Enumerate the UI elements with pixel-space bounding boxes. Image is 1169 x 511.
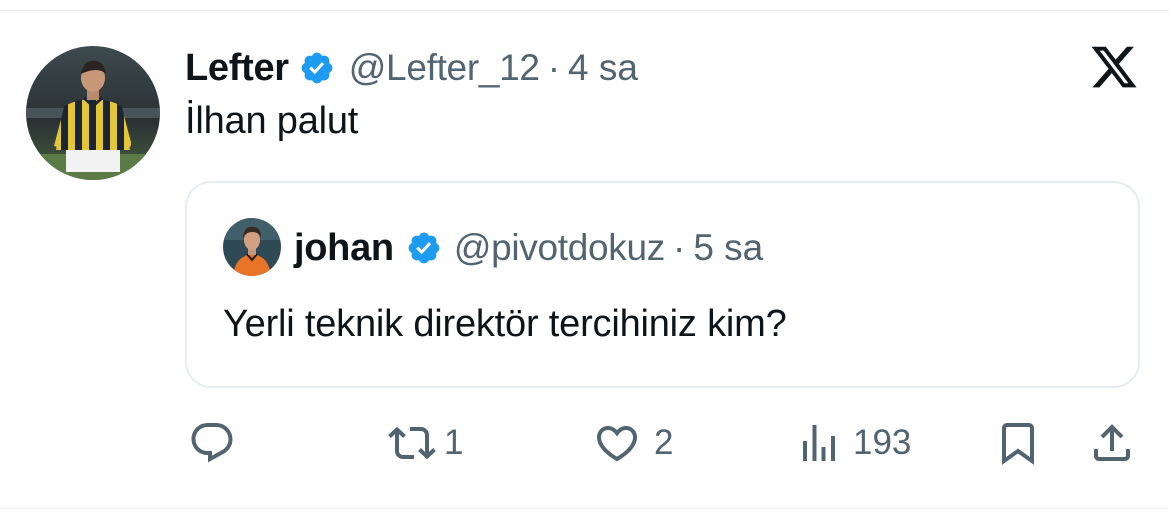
- reply-button[interactable]: [188, 418, 236, 468]
- author-handle[interactable]: @Lefter_12: [349, 47, 540, 89]
- tweet-timestamp[interactable]: 4 sa: [568, 47, 638, 89]
- quoted-tweet-text: Yerli teknik direktör tercihiniz kim?: [223, 303, 787, 345]
- tweet-header: Lefter @Lefter_12 · 4 sa: [185, 40, 638, 96]
- author-avatar[interactable]: [26, 46, 160, 180]
- quoted-tweet-card[interactable]: johan @pivotdokuz · 5 sa Yerli teknik di…: [185, 181, 1140, 388]
- views-button[interactable]: 193: [795, 418, 911, 468]
- quoted-verified-badge-icon: [406, 230, 442, 266]
- quoted-author-handle: @pivotdokuz: [453, 227, 665, 268]
- views-count: 193: [853, 423, 912, 462]
- retweet-count: 1: [444, 423, 464, 462]
- like-button[interactable]: 2: [592, 418, 673, 468]
- x-logo-icon: [1088, 42, 1140, 92]
- views-icon: [795, 419, 843, 467]
- author-avatar-image: [26, 46, 160, 180]
- tweet-text: İlhan palut: [185, 100, 359, 142]
- share-icon: [1088, 419, 1136, 467]
- retweet-button[interactable]: 1: [386, 418, 463, 468]
- bookmark-button[interactable]: [994, 418, 1042, 468]
- verified-badge-icon: [299, 50, 335, 86]
- quoted-tweet-timestamp: 5 sa: [693, 227, 764, 268]
- quoted-author-avatar[interactable]: [223, 218, 281, 276]
- quoted-author-avatar-image: [223, 218, 281, 276]
- like-count: 2: [654, 423, 674, 462]
- quoted-header-separator: ·: [672, 227, 686, 268]
- top-divider: [0, 10, 1169, 11]
- bookmark-icon: [994, 419, 1042, 467]
- retweet-icon: [386, 419, 438, 467]
- reply-icon: [188, 419, 236, 467]
- header-separator: ·: [547, 47, 561, 88]
- bottom-divider: [0, 508, 1169, 509]
- quoted-tweet-header: johan @pivotdokuz · 5 sa: [294, 223, 763, 273]
- author-name[interactable]: Lefter: [185, 47, 289, 90]
- heart-icon: [592, 419, 642, 467]
- quoted-author-name: johan: [294, 226, 394, 269]
- share-button[interactable]: [1088, 418, 1136, 468]
